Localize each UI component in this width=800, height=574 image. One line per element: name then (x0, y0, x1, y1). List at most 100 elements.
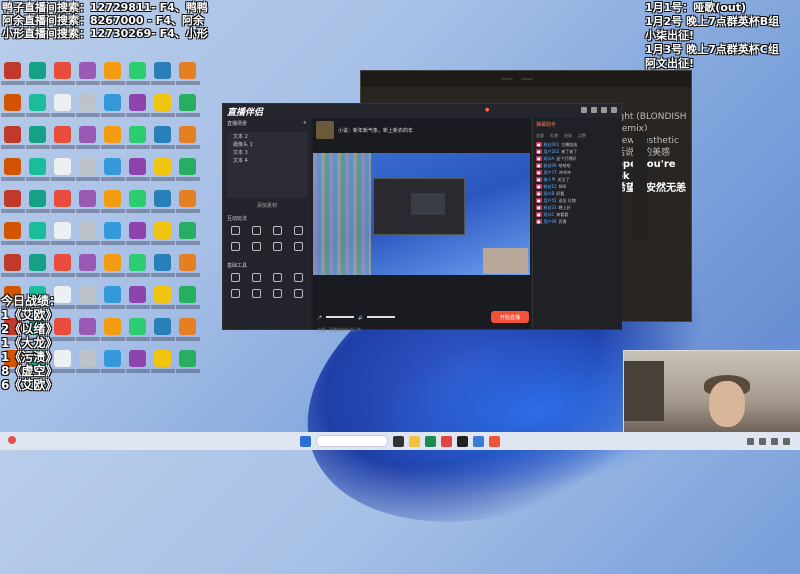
desktop-icon[interactable] (0, 124, 25, 156)
desktop-icon[interactable] (150, 284, 175, 316)
chat-message[interactable]: ● 观众B 好看 (533, 190, 622, 197)
chat-username[interactable]: 观众C (544, 212, 555, 217)
tool-button[interactable] (246, 242, 267, 258)
desktop-icon[interactable] (150, 348, 175, 380)
desktop-icon[interactable] (150, 156, 175, 188)
desktop-icon[interactable] (0, 188, 25, 220)
chat-message[interactable]: ● 用户202 来了来了 (533, 148, 622, 155)
desktop-icon[interactable] (75, 92, 100, 124)
settings-icon[interactable] (581, 107, 587, 113)
scene-item[interactable]: 文本 2 (227, 132, 307, 140)
live-companion-window[interactable]: 直播伴侣 ● 直播场景 + 文本 2 摄像头 1 文本 3 文本 4 添加素材 … (222, 103, 622, 332)
desktop-icon[interactable] (150, 188, 175, 220)
desktop-icon[interactable] (25, 60, 50, 92)
start-menu-icon[interactable] (300, 435, 311, 447)
filter-like[interactable]: 点赞 (578, 133, 586, 139)
tool-button[interactable] (288, 273, 309, 289)
desktop-icon[interactable] (175, 284, 200, 316)
chat-message[interactable]: ● 路人甲 关注了 (533, 176, 622, 183)
tool-button[interactable] (246, 289, 267, 305)
desktop-icon[interactable] (100, 92, 125, 124)
chat-username[interactable]: 观众B (544, 191, 555, 196)
scene-item[interactable]: 文本 3 (227, 148, 307, 156)
desktop-icon[interactable] (100, 124, 125, 156)
tool-button[interactable] (267, 273, 288, 289)
tool-button[interactable] (246, 273, 267, 289)
desktop-icon[interactable] (75, 156, 100, 188)
desktop-icon[interactable] (50, 124, 75, 156)
taskview-icon[interactable] (393, 435, 404, 447)
desktop-icon[interactable] (100, 156, 125, 188)
desktop-icon[interactable] (50, 252, 75, 284)
desktop-icon[interactable] (125, 220, 150, 252)
desktop-icon[interactable] (100, 316, 125, 348)
add-source-button[interactable]: 添加素材 (243, 202, 291, 209)
desktop-icon[interactable] (100, 188, 125, 220)
desktop-icon[interactable] (175, 124, 200, 156)
app-icon[interactable] (441, 435, 452, 447)
chat-username[interactable]: 观众A (544, 156, 555, 161)
desktop-icon[interactable] (25, 156, 50, 188)
network-icon[interactable] (771, 437, 778, 445)
filter-gift[interactable]: 礼物 (550, 133, 558, 139)
scene-item[interactable]: 摄像头 1 (227, 140, 307, 148)
desktop-icon[interactable] (100, 220, 125, 252)
desktop-icon[interactable] (25, 124, 50, 156)
filter-enter[interactable]: 进场 (564, 133, 572, 139)
chat-username[interactable]: 粉丝09 (544, 163, 557, 168)
chat-message[interactable]: ● 用户55 送出 礼物 (533, 197, 622, 204)
speaker-icon[interactable]: 🔊 (358, 315, 363, 320)
desktop-icon[interactable] (50, 188, 75, 220)
desktop-icon[interactable] (100, 252, 125, 284)
desktop-icon[interactable] (100, 348, 125, 380)
scene-add-icon[interactable]: + (303, 120, 307, 130)
desktop-icon[interactable] (125, 348, 150, 380)
start-live-button[interactable]: 开始直播 (491, 311, 529, 323)
desktop-icon[interactable] (125, 284, 150, 316)
desktop-icon[interactable] (75, 188, 100, 220)
chat-username[interactable]: 用户202 (544, 149, 560, 154)
close-icon[interactable] (611, 107, 617, 113)
scene-item[interactable]: 文本 4 (227, 156, 307, 164)
tab-danmaku[interactable]: 弹幕助手 (536, 121, 556, 128)
speaker-volume-slider[interactable] (366, 316, 395, 318)
live-app-icon[interactable] (489, 435, 500, 447)
desktop-icon[interactable] (0, 156, 25, 188)
live-preview[interactable] (313, 153, 530, 275)
tool-button[interactable] (225, 242, 246, 258)
tool-button[interactable] (288, 289, 309, 305)
chat-message[interactable]: ● 用户09 厉害 (533, 218, 622, 225)
desktop-icon[interactable] (0, 252, 25, 284)
tray-icon[interactable] (759, 437, 766, 445)
desktop-icon[interactable] (75, 284, 100, 316)
desktop-icon[interactable] (175, 348, 200, 380)
minimize-icon[interactable] (591, 107, 597, 113)
desktop-icon[interactable] (175, 220, 200, 252)
tool-button[interactable] (267, 226, 288, 242)
chat-username[interactable]: 用户55 (544, 198, 557, 203)
desktop-icon[interactable] (175, 316, 200, 348)
desktop-icon[interactable] (100, 60, 125, 92)
music-side-panel[interactable] (633, 131, 647, 241)
chat-username[interactable]: 用户77 (544, 170, 557, 175)
desktop-icon[interactable] (150, 60, 175, 92)
chat-message[interactable]: ● 观众A 这个打得好 (533, 155, 622, 162)
desktop-icon[interactable] (0, 60, 25, 92)
desktop-icon[interactable] (150, 220, 175, 252)
desktop-icon[interactable] (175, 156, 200, 188)
desktop-icon[interactable] (125, 60, 150, 92)
desktop-icon[interactable] (25, 252, 50, 284)
desktop-icon[interactable] (175, 60, 200, 92)
filter-all[interactable]: 全部 (536, 133, 544, 139)
desktop-icon[interactable] (150, 252, 175, 284)
desktop-icon[interactable] (125, 252, 150, 284)
desktop-icon[interactable] (125, 188, 150, 220)
taskbar-search[interactable] (316, 435, 388, 447)
chat-message[interactable]: ● 粉丝09 哈哈哈 (533, 162, 622, 169)
chat-username[interactable]: 粉丝001 (544, 142, 560, 147)
desktop-icon[interactable] (75, 252, 100, 284)
desktop-icon[interactable] (150, 92, 175, 124)
mic-icon[interactable]: 🎤 (317, 315, 322, 320)
browser-icon[interactable] (425, 435, 436, 447)
tool-button[interactable] (267, 289, 288, 305)
